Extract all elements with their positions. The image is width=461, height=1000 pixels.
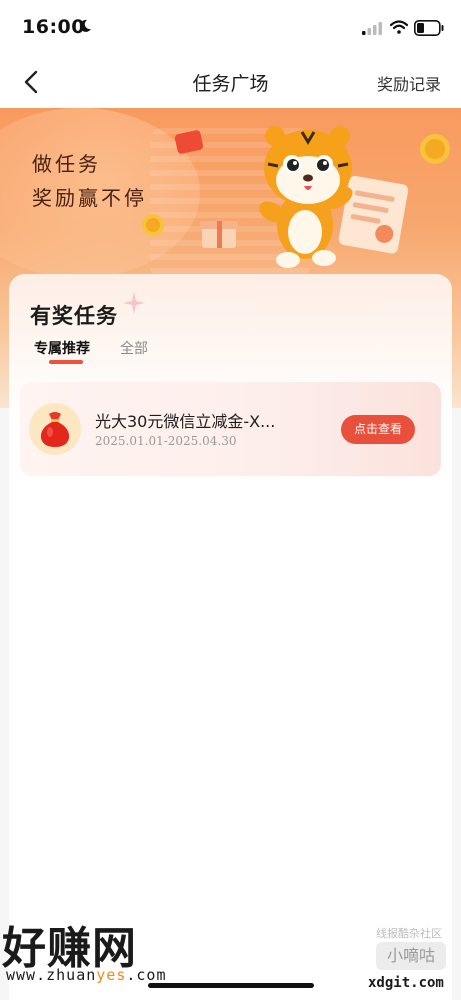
red-bag-icon: [40, 412, 70, 447]
tab-exclusive-recommend[interactable]: 专属推荐: [34, 338, 90, 358]
watermark-url-prefix: www.zhuan: [6, 966, 97, 984]
watermark-small-text: 线报酷杂社区: [376, 927, 442, 940]
active-tab-indicator: [49, 360, 83, 364]
task-icon-background: [29, 403, 81, 455]
task-list-item[interactable]: 光大30元微信立减金-X... 2025.01.01-2025.04.30 点击…: [20, 382, 441, 476]
section-title: 有奖任务: [30, 304, 118, 328]
watermark-url-suffix: .com: [126, 966, 167, 984]
gold-coin-icon: [142, 214, 164, 236]
task-title: 光大30元微信立减金-X...: [95, 412, 276, 431]
tiger-mascot-illustration: [259, 126, 409, 268]
battery-icon: [414, 20, 444, 36]
sparkle-icon: [123, 292, 145, 314]
banner-slogan-line1: 做任务: [32, 152, 101, 176]
watermark-domain: xdgit.com: [368, 975, 444, 991]
watermark-url: www.zhuanyes.com: [6, 966, 167, 984]
watermark-badge: 小嘀咕: [376, 942, 446, 970]
status-bar: 16:00: [0, 0, 461, 56]
reward-records-link[interactable]: 奖励记录: [377, 71, 441, 95]
moon-icon: [79, 19, 91, 32]
banner-slogan-line2: 奖励赢不停: [32, 186, 147, 210]
nav-bar: 任务广场 奖励记录: [0, 56, 461, 108]
watermark-url-highlight: yes: [96, 966, 127, 984]
view-details-button[interactable]: 点击查看: [341, 415, 415, 444]
wifi-icon: [390, 20, 408, 34]
tab-all[interactable]: 全部: [120, 338, 148, 358]
task-card-panel: 有奖任务 专属推荐 全部 光大30元微信立减金-X... 2025.01.01-…: [9, 274, 452, 1000]
home-indicator[interactable]: [148, 983, 314, 988]
task-date-range: 2025.01.01-2025.04.30: [95, 434, 237, 448]
signal-icon: [362, 22, 382, 35]
status-time: 16:00: [22, 16, 85, 38]
